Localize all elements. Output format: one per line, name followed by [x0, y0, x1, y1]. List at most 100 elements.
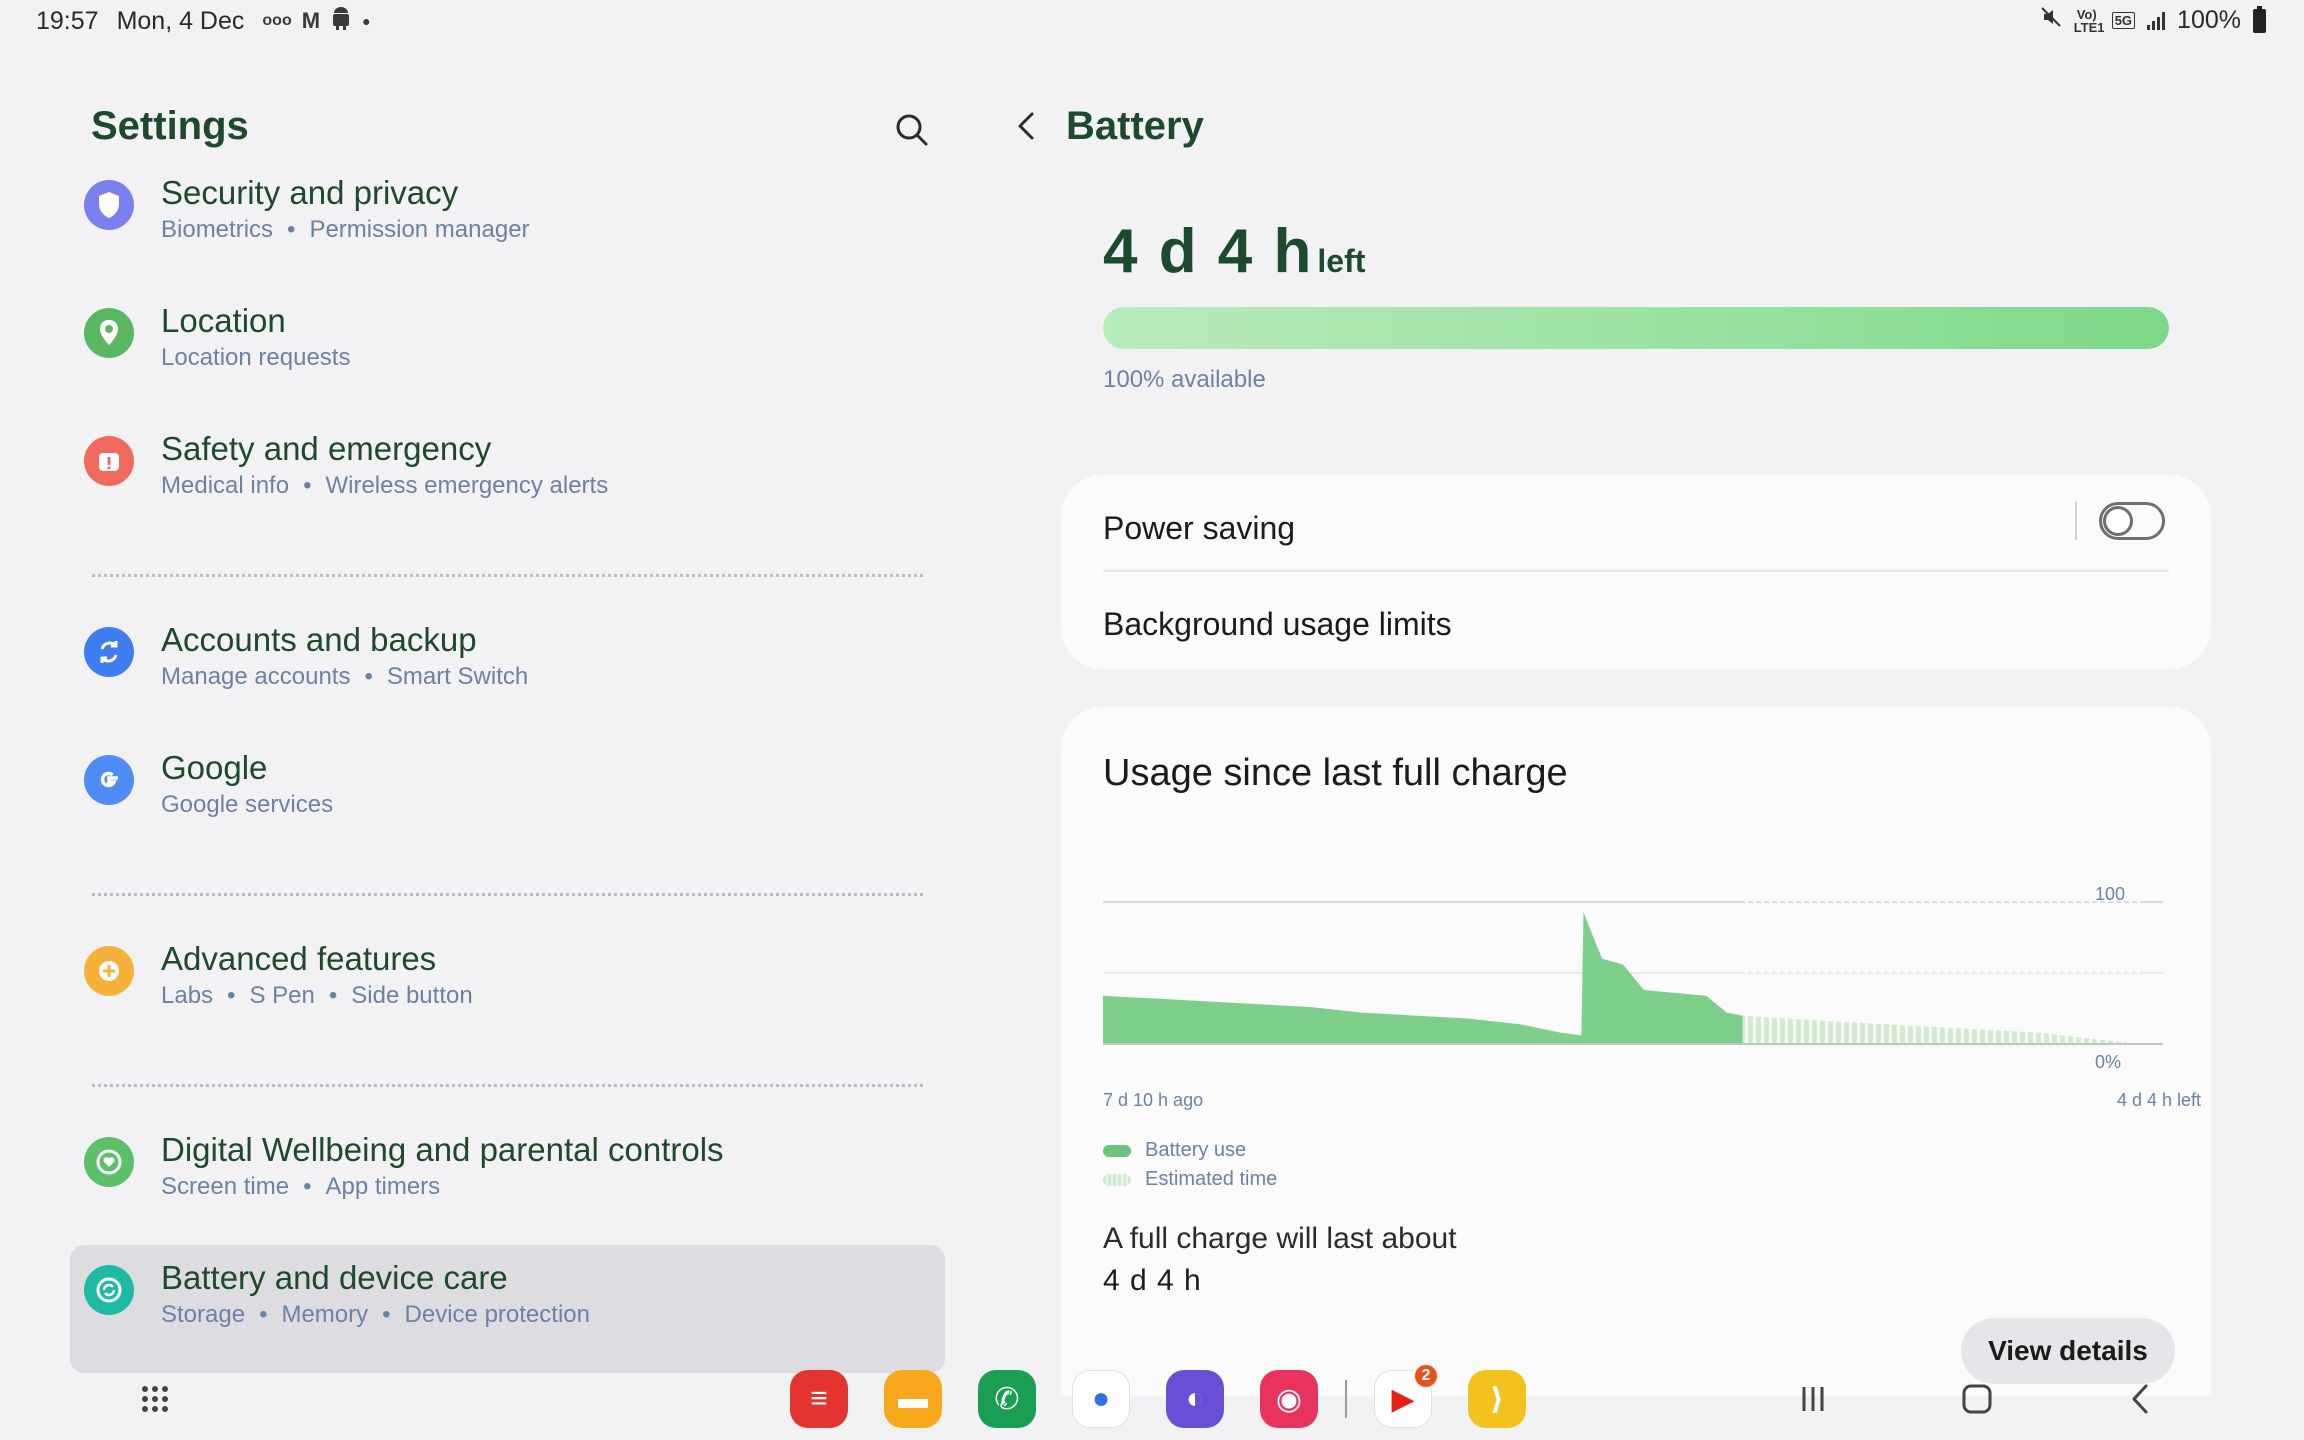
usage-chart	[1103, 896, 2163, 1045]
legend-label: Estimated time	[1145, 1168, 1278, 1190]
camera-app-icon[interactable]: ◉	[1260, 1370, 1318, 1428]
settings-item-digital-wellbeing-and-parental-controls[interactable]: Digital Wellbeing and parental controls S…	[70, 1117, 945, 1245]
settings-item-title: Battery and device care	[161, 1259, 508, 1296]
notes-app-icon[interactable]: ≡	[790, 1370, 848, 1428]
separator-dot: •	[328, 982, 338, 1009]
app-glyph: ✆	[994, 1382, 1020, 1416]
dot-icon: ●	[362, 13, 371, 29]
search-button[interactable]	[890, 108, 934, 152]
gmail-icon: M	[301, 8, 321, 33]
settings-item-sub: Location requests	[161, 344, 351, 371]
recents-icon	[1802, 1387, 1824, 1411]
settings-item-sub: Side button	[351, 982, 473, 1009]
app-glyph: ▬	[898, 1382, 928, 1415]
settings-item-subtitle: Screen time • App timers	[161, 1173, 440, 1201]
plex-app-icon[interactable]: ⟩	[1468, 1370, 1526, 1428]
full-charge-label: A full charge will last about	[1103, 1222, 1457, 1255]
settings-item-location[interactable]: Location Location requests	[70, 288, 945, 416]
app-glyph: ⟩	[1490, 1382, 1504, 1416]
settings-item-safety-and-emergency[interactable]: Safety and emergency Medical info • Wireles…	[70, 416, 945, 544]
battery-icon	[2253, 5, 2266, 33]
youtube-app-icon[interactable]: ▶ 2	[1374, 1363, 1439, 1428]
android-icon	[330, 6, 352, 36]
settings-item-title: Advanced features	[161, 940, 437, 977]
separator-dot: •	[303, 472, 312, 499]
settings-item-battery-and-device-care[interactable]: Battery and device care Storage • Memory • De…	[70, 1245, 945, 1373]
legend-swatch-estimated	[1103, 1173, 1131, 1186]
volte-icon: Vo) LTE1	[2073, 6, 2105, 35]
section-divider	[92, 574, 923, 577]
separator-dot: •	[364, 663, 373, 690]
series-area-battery-use	[1103, 911, 1743, 1044]
legend-item: Battery use	[1103, 1136, 1277, 1165]
app-drawer-button[interactable]	[132, 1376, 178, 1422]
x-start-label: 7 d 10 h ago	[1103, 1090, 1204, 1110]
back-icon	[2132, 1384, 2148, 1414]
settings-item-sub: Google services	[161, 791, 334, 818]
settings-item-advanced-features[interactable]: Advanced features Labs • S Pen • Side button	[70, 926, 945, 1054]
recents-button[interactable]	[1790, 1376, 1836, 1422]
settings-item-sub: Screen time	[161, 1173, 290, 1200]
back-button[interactable]	[1006, 104, 1050, 148]
settings-item-subtitle: Google services	[161, 791, 333, 819]
phone-app-icon[interactable]: ✆	[978, 1370, 1036, 1428]
settings-item-title: Google	[161, 749, 268, 786]
app-glyph: ▶	[1391, 1382, 1415, 1416]
settings-item-sub: App timers	[325, 1173, 441, 1200]
settings-item-sub: S Pen	[249, 982, 315, 1009]
status-time: 19:57	[36, 6, 99, 35]
heart-circle-icon	[84, 1137, 134, 1187]
settings-item-subtitle: Medical info • Wireless emergency alerts	[161, 472, 608, 500]
device-care-icon	[84, 1265, 134, 1315]
files-app-icon[interactable]: ▬	[884, 1370, 942, 1428]
settings-item-subtitle: Biometrics • Permission manager	[161, 216, 530, 244]
settings-item-google[interactable]: Google Google services	[70, 735, 945, 863]
nav-back-button[interactable]	[2118, 1376, 2164, 1422]
settings-item-sub: Wireless emergency alerts	[325, 472, 609, 499]
separator-dot: •	[259, 1301, 268, 1328]
time-left-suffix: left	[1317, 243, 1366, 279]
app-glyph: ≡	[810, 1382, 828, 1415]
full-charge-value: 4 d 4 h	[1103, 1264, 1202, 1297]
settings-item-title: Safety and emergency	[161, 430, 492, 467]
y-tick-0: 0%	[2095, 1052, 2122, 1072]
y-tick-100: 100	[2095, 884, 2126, 904]
location-pin-icon	[84, 308, 134, 358]
toggle-knob	[2103, 506, 2133, 536]
settings-item-sub: Medical info	[161, 472, 290, 499]
battery-time-left: 4 d 4 h left	[1103, 216, 1365, 287]
settings-item-title: Security and privacy	[161, 174, 459, 211]
app-glyph: ◐	[1185, 1382, 1205, 1415]
settings-item-accounts-and-backup[interactable]: Accounts and backup Manage accounts • Smart…	[70, 607, 945, 735]
dock-divider	[1345, 1380, 1347, 1418]
settings-item-sub: Manage accounts	[161, 663, 351, 690]
page-title: Settings	[91, 104, 249, 148]
x-end-label: 4 d 4 h left	[2116, 1090, 2201, 1110]
internet-app-icon[interactable]: ◐	[1166, 1370, 1224, 1428]
separator-dot: •	[303, 1173, 312, 1200]
search-icon	[896, 114, 928, 146]
chart-legend: Battery use Estimated time	[1103, 1136, 1277, 1194]
settings-item-sub: Memory	[281, 1301, 369, 1328]
settings-item-subtitle: Location requests	[161, 344, 350, 372]
time-left-value: 4 d 4 h	[1103, 217, 1314, 286]
settings-item-security-and-privacy[interactable]: Security and privacy Biometrics • Permissio…	[70, 160, 945, 288]
battery-percent: 100%	[2177, 6, 2241, 34]
notification-badge: 2	[1413, 1363, 1439, 1389]
shield-icon	[84, 180, 134, 230]
power-saving-label[interactable]: Power saving	[1103, 510, 1295, 547]
power-saving-toggle[interactable]	[2099, 502, 2165, 540]
settings-list: Security and privacy Biometrics • Permissio…	[70, 160, 945, 1373]
ooo-icon: ooo	[262, 12, 292, 29]
power-card: Power saving Background usage limits	[1061, 474, 2211, 670]
app-glyph: ●	[1091, 1382, 1111, 1415]
settings-item-title: Location	[161, 302, 286, 339]
chevron-left-icon	[1018, 112, 1034, 140]
battery-title: Battery	[1066, 104, 1204, 148]
settings-item-subtitle: Storage • Memory • Device protection	[161, 1301, 590, 1329]
messages-app-icon[interactable]: ●	[1072, 1370, 1130, 1428]
row-divider	[1103, 570, 2169, 572]
home-button[interactable]	[1954, 1376, 2000, 1422]
separator-dot: •	[287, 216, 296, 243]
background-usage-limits[interactable]: Background usage limits	[1103, 606, 1452, 643]
